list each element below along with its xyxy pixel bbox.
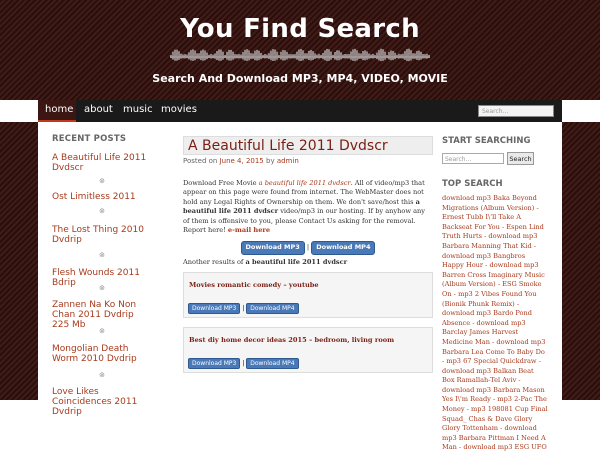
by-label: by <box>266 157 275 165</box>
recent-post-link[interactable]: Love Likes Coincidences 2011 Dvdrip <box>52 387 152 417</box>
recent-post-link[interactable]: Mongolian Death Worm 2010 Dvdrip <box>52 344 152 364</box>
result-item: Movies romantic comedy – youtube Downloa… <box>183 272 433 318</box>
ornament-icon: ⊚ <box>99 251 105 259</box>
nav-movies[interactable]: movies <box>161 104 197 115</box>
soundwave-decoration <box>170 48 430 62</box>
download-mp3-button[interactable]: Download MP3 <box>240 241 305 255</box>
result-buttons: Download MP3 | Download MP4 <box>188 358 299 369</box>
recent-post-link[interactable]: Zannen Na Ko Non Chan 2011 Dvdrip 225 Mb <box>52 300 152 330</box>
another-results-line: Another results of a beautiful life 2011… <box>183 258 433 267</box>
intro-prefix: Download Free Movie <box>183 179 257 187</box>
recent-posts-heading: RECENT POSTS <box>52 134 127 144</box>
post-author-link[interactable]: admin <box>277 157 299 165</box>
start-searching-heading: START SEARCHING <box>442 136 531 146</box>
post-date-link[interactable]: June 4, 2015 <box>220 157 264 165</box>
post-body: Download Free Movie a beautiful life 201… <box>183 179 433 267</box>
post-title[interactable]: A Beautiful Life 2011 Dvdscr <box>183 136 433 155</box>
recent-post-link[interactable]: Ost Limitless 2011 <box>52 192 152 202</box>
site-tagline: Search And Download MP3, MP4, VIDEO, MOV… <box>152 72 448 85</box>
another-keyword: a beautiful life 2011 dvdscr <box>245 257 348 266</box>
nav-search-input[interactable]: Search... <box>478 105 554 117</box>
result-download-mp4-button[interactable]: Download MP4 <box>246 358 299 369</box>
result-buttons: Download MP3 | Download MP4 <box>188 303 299 314</box>
ornament-icon: ⊚ <box>99 371 105 379</box>
posted-on-label: Posted on <box>183 157 218 165</box>
post-meta: Posted on June 4, 2015 by admin <box>183 157 299 165</box>
button-separator: | <box>306 243 310 252</box>
main-nav: home about music movies Search... <box>38 100 562 122</box>
site-header: You Find Search Search And Download MP3,… <box>0 0 600 100</box>
result-title-link[interactable]: Movies romantic comedy – youtube <box>189 281 319 289</box>
result-download-mp3-button[interactable]: Download MP3 <box>188 303 241 314</box>
ornament-icon: ⊚ <box>99 327 105 335</box>
ornament-icon: ⊚ <box>99 207 105 215</box>
download-buttons: Download MP3 | Download MP4 <box>183 241 433 255</box>
nav-music[interactable]: music <box>123 104 153 115</box>
result-title-link[interactable]: Best diy home decor ideas 2015 – bedroom… <box>189 336 394 344</box>
ornament-icon: ⊚ <box>99 284 105 292</box>
result-download-mp3-button[interactable]: Download MP3 <box>188 358 241 369</box>
email-link[interactable]: e-mail here <box>228 226 270 234</box>
nav-about[interactable]: about <box>84 104 113 115</box>
recent-post-link[interactable]: The Lost Thing 2010 Dvdrip <box>52 225 152 245</box>
top-search-links[interactable]: download mp3 Baka Beyond Migrations (Alb… <box>442 194 548 453</box>
ornament-icon: ⊚ <box>99 177 105 185</box>
result-download-mp4-button[interactable]: Download MP4 <box>246 303 299 314</box>
button-separator: | <box>242 360 245 367</box>
another-prefix: Another results of <box>183 257 244 266</box>
nav-home[interactable]: home <box>45 104 73 115</box>
sidebar-search-input[interactable]: Search... <box>442 153 504 164</box>
recent-posts-sidebar: RECENT POSTS A Beautiful Life 2011 Dvdsc… <box>52 134 152 417</box>
top-search-heading: TOP SEARCH <box>442 179 503 189</box>
result-item: Best diy home decor ideas 2015 – bedroom… <box>183 327 433 373</box>
intro-italic-keyword: a beautiful life 2011 dvdscr <box>258 179 351 187</box>
button-separator: | <box>242 305 245 312</box>
site-title[interactable]: You Find Search <box>0 14 600 44</box>
content-wrapper: RECENT POSTS A Beautiful Life 2011 Dvdsc… <box>38 122 562 451</box>
download-mp4-button[interactable]: Download MP4 <box>311 241 376 255</box>
recent-post-link[interactable]: A Beautiful Life 2011 Dvdscr <box>52 153 152 173</box>
sidebar-search-button[interactable]: Search <box>507 152 534 165</box>
